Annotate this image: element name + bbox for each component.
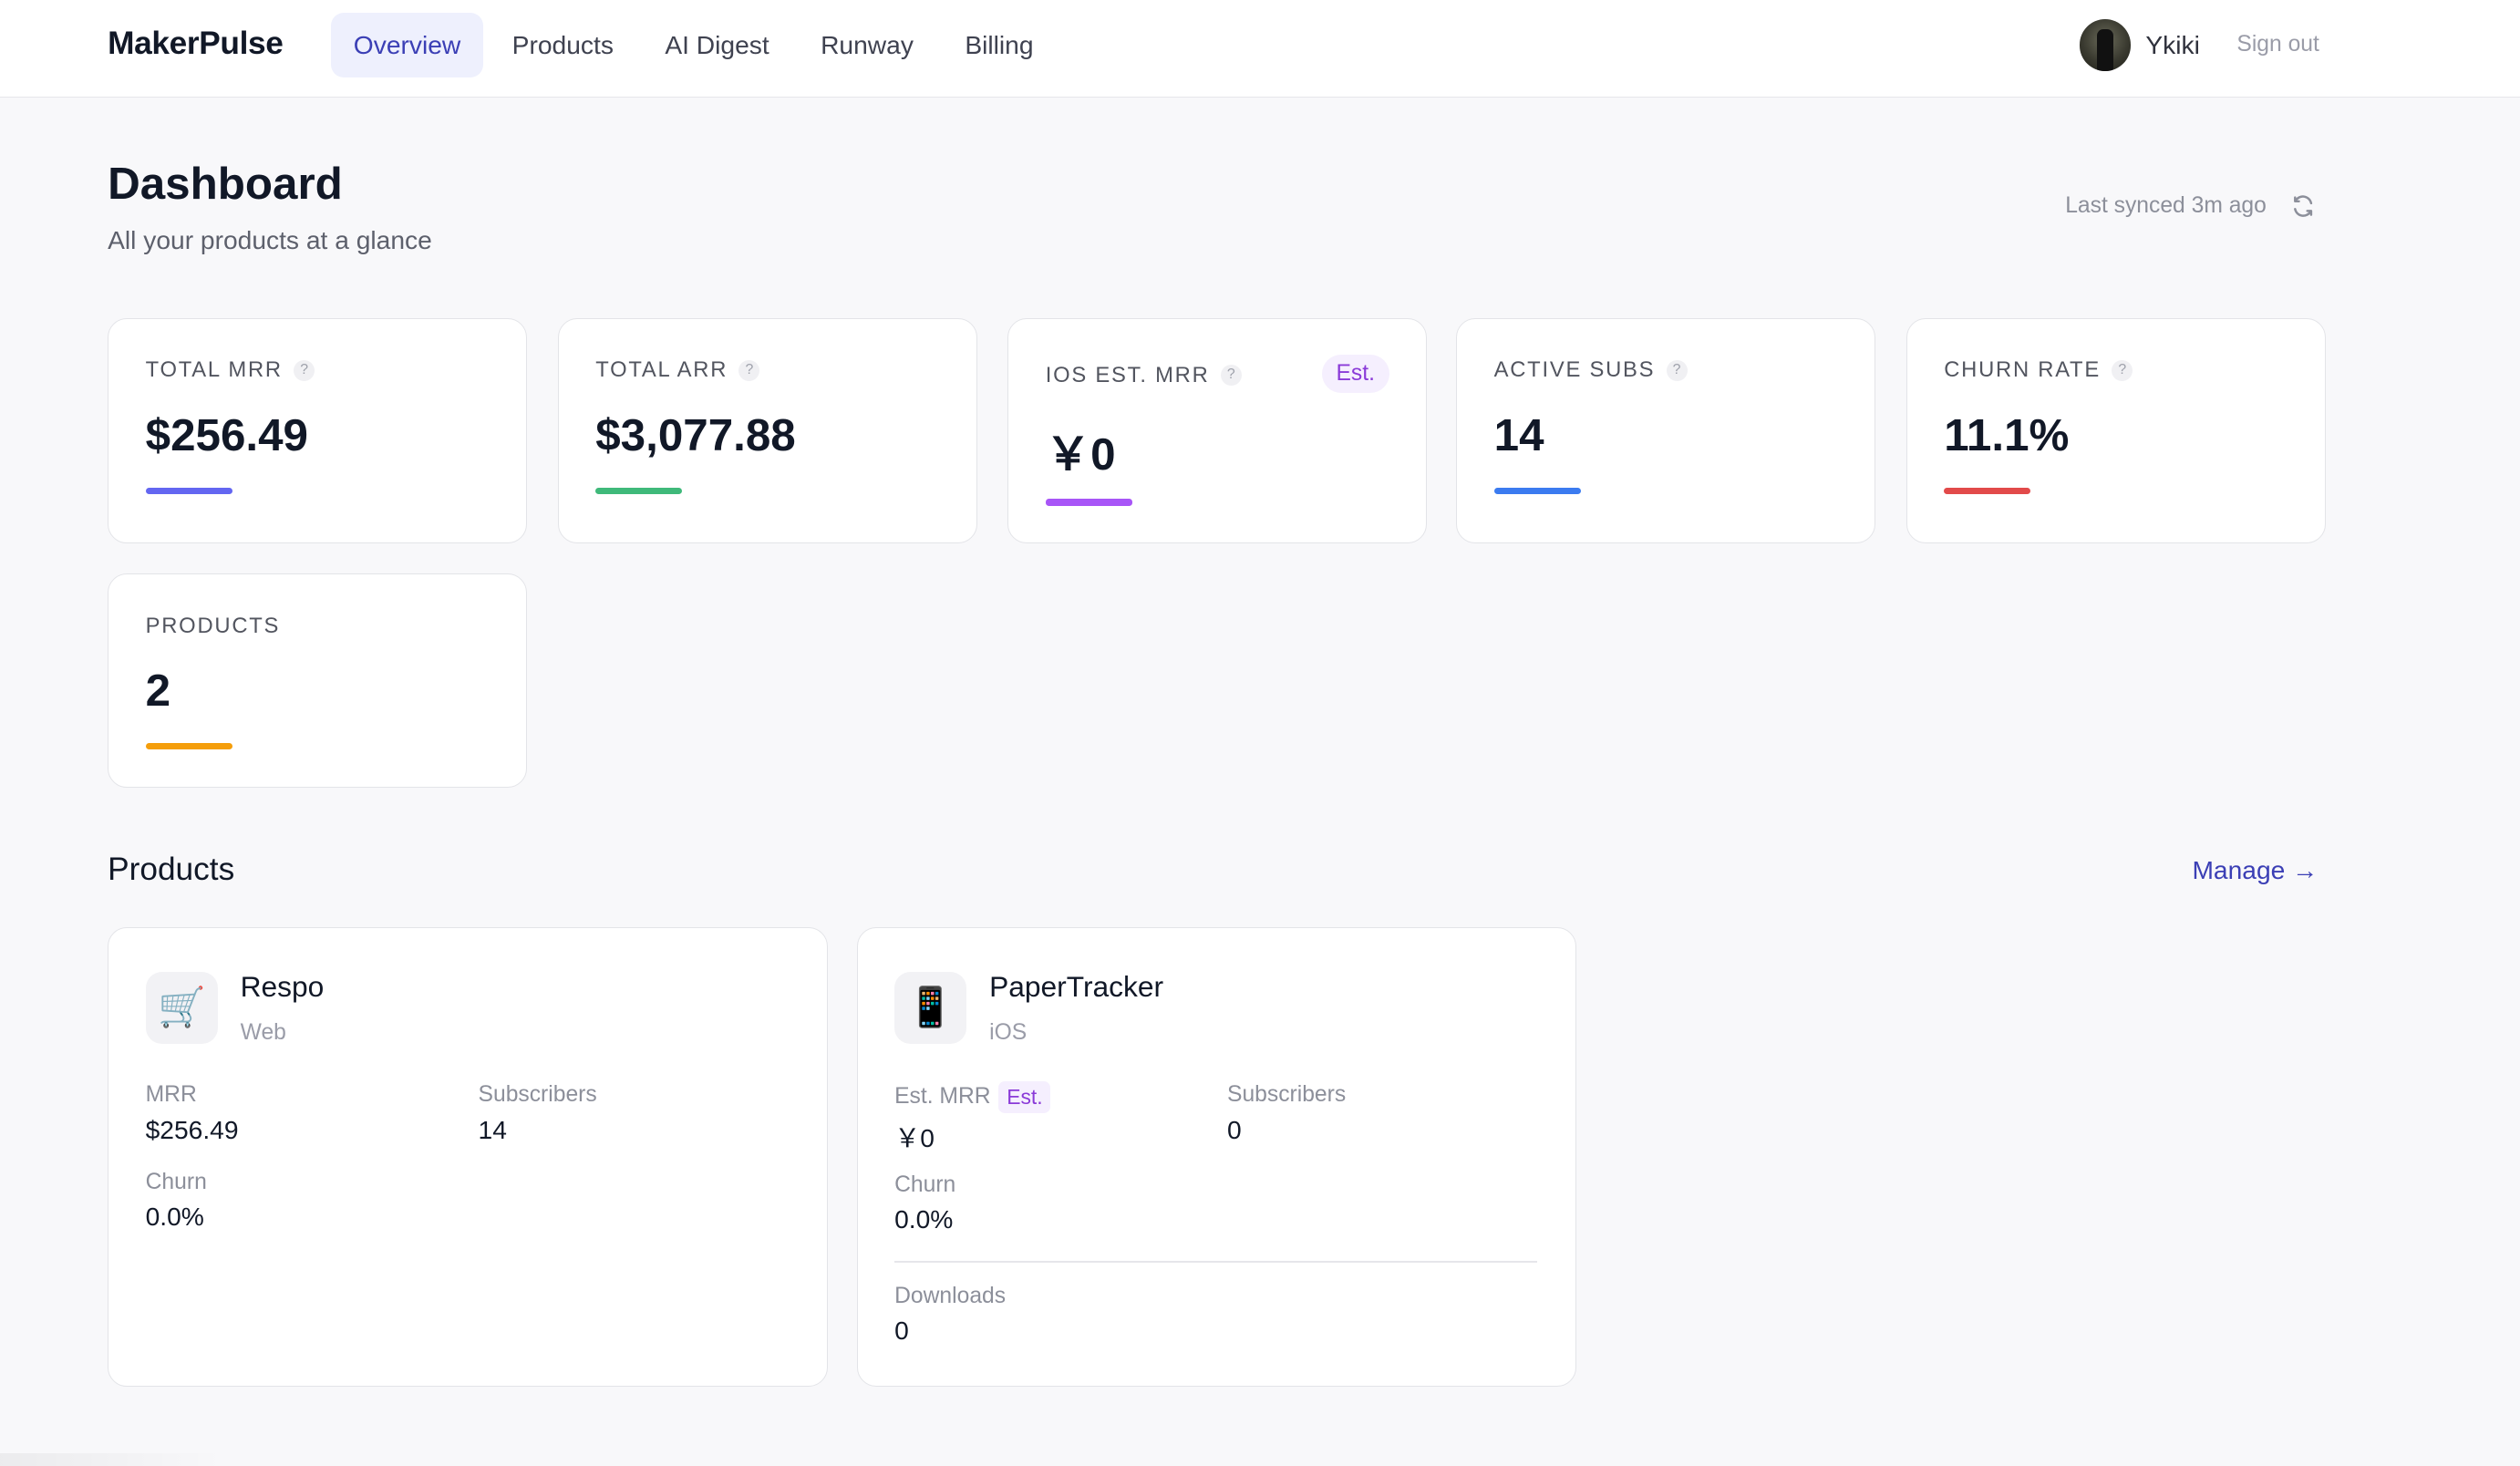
page-bottom-shadow [0,1452,225,1466]
page-subtitle: All your products at a glance [108,224,432,254]
metric-value: $256.49 [145,409,308,460]
mrr-label: MRR [145,1082,197,1108]
brand-logo[interactable]: MakerPulse [108,26,284,62]
metric-value: ￥0 [1045,429,1116,480]
metric-label-text: ACTIVE SUBS [1493,357,1656,383]
product-platform: iOS [989,1019,1028,1045]
downloads-label: Downloads [894,1283,1007,1308]
metric-card-active-subs: ACTIVE SUBS ? 14 [1456,318,1876,543]
product-platform: Web [240,1019,286,1045]
churn-value: 0.0% [894,1204,954,1234]
sync-status-text: Last synced 3m ago [2065,192,2267,218]
metric-label: TOTAL ARR ? [595,357,760,383]
metric-label-text: TOTAL MRR [145,357,283,383]
metric-card-total-arr: TOTAL ARR ? $3,077.88 [557,318,977,543]
metric-label-text: PRODUCTS [145,613,281,638]
downloads-value: 0 [894,1315,909,1345]
metric-value: 14 [1493,409,1544,460]
subscribers-value: 0 [1227,1114,1242,1144]
product-card-papertracker[interactable]: 📱 PaperTracker iOS Est. MRR Est. ￥0 Subsc… [856,927,1577,1388]
section-title-products: Products [108,852,235,888]
product-name[interactable]: Respo [241,970,325,1004]
refresh-icon[interactable] [2290,193,2316,219]
churn-label: Churn [894,1172,956,1198]
metric-label: PRODUCTS [146,614,281,639]
metric-label-text: CHURN RATE [1944,357,2101,383]
sync-status: Last synced 3m ago [2065,193,2316,219]
metric-accent-bar [1944,488,2031,495]
metric-value: 2 [145,666,171,717]
metric-accent-bar [595,488,683,495]
metric-accent-bar [145,743,232,750]
metric-accent-bar [1493,488,1581,495]
metric-label-text: TOTAL ARR [595,357,728,383]
metric-label: TOTAL MRR ? [146,357,315,383]
mrr-value: $256.49 [145,1114,239,1144]
help-icon[interactable]: ? [294,359,315,381]
user-name[interactable]: Ykiki [2145,30,2200,60]
metric-label: CHURN RATE ? [1944,357,2133,383]
nav-item-products[interactable]: Products [490,13,636,77]
metric-card-products: PRODUCTS 2 [108,573,528,788]
page-title: Dashboard [108,158,343,209]
metric-label: ACTIVE SUBS ? [1494,357,1688,383]
est-mrr-value: ￥0 [894,1123,935,1153]
shopping-cart-icon: 🛒 [145,971,218,1045]
est-mrr-label: Est. MRR Est. [894,1080,1051,1113]
product-name[interactable]: PaperTracker [989,970,1163,1004]
est-mrr-label-text: Est. MRR [894,1083,991,1109]
metric-card-churn-rate: CHURN RATE ? 11.1% [1905,318,2326,543]
metric-accent-bar [145,488,232,495]
manage-products-link[interactable]: Manage → [2192,855,2318,885]
estimate-badge: Est. [1321,354,1389,394]
subscribers-value: 14 [478,1114,507,1144]
estimate-badge: Est. [998,1080,1051,1113]
subscribers-label: Subscribers [1227,1082,1347,1108]
nav-item-overview[interactable]: Overview [331,13,483,77]
churn-label: Churn [145,1169,207,1194]
metric-label: IOS EST. MRR ? [1046,363,1242,388]
divider [894,1261,1538,1263]
metric-accent-bar [1045,499,1132,506]
churn-value: 0.0% [145,1201,204,1231]
nav-item-runway[interactable]: Runway [798,13,935,77]
help-icon[interactable]: ? [2112,359,2133,381]
nav-item-billing[interactable]: Billing [943,13,1057,77]
metric-card-total-mrr: TOTAL MRR ? $256.49 [108,318,528,543]
avatar[interactable] [2080,19,2132,71]
help-icon[interactable]: ? [1666,359,1688,381]
help-icon[interactable]: ? [1220,365,1242,387]
user-menu: Ykiki Sign out [2080,19,2319,71]
nav-item-ai-digest[interactable]: AI Digest [643,13,792,77]
metric-label-text: IOS EST. MRR [1045,362,1210,387]
top-bar: MakerPulse Overview Products AI Digest R… [0,0,2520,98]
help-icon[interactable]: ? [738,359,760,381]
metric-value: 11.1% [1944,409,2070,460]
mobile-phone-icon: 📱 [894,971,967,1045]
subscribers-label: Subscribers [478,1082,597,1108]
main-nav: Overview Products AI Digest Runway Billi… [331,13,1056,77]
sign-out-link[interactable]: Sign out [2236,32,2319,57]
metric-value: $3,077.88 [595,409,796,460]
metric-card-ios-est-mrr: IOS EST. MRR ? Est. ￥0 [1007,318,1428,543]
product-card-respo[interactable]: 🛒 Respo Web MRR $256.49 Subscribers 14 C… [108,927,828,1388]
